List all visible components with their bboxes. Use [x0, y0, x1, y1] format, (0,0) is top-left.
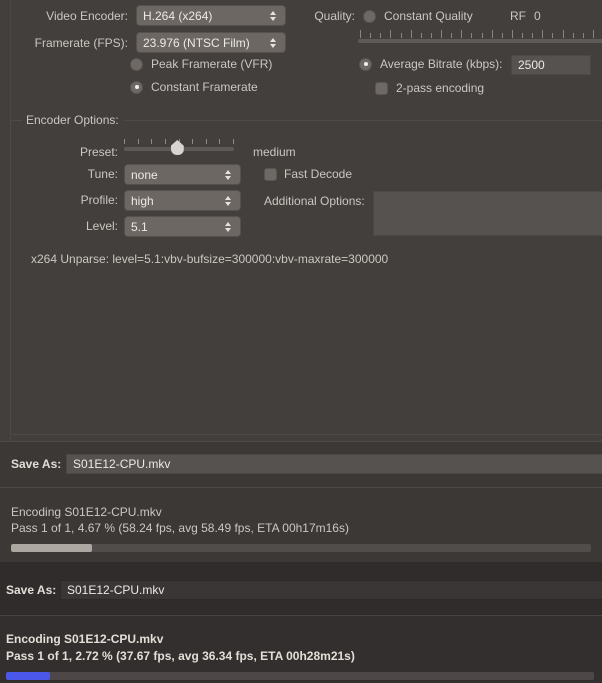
save-as-input-top[interactable]: S01E12-CPU.mkv: [66, 454, 602, 474]
level-label: Level:: [85, 219, 118, 233]
preset-slider[interactable]: [124, 139, 234, 155]
constant-quality-row[interactable]: Quality: Constant Quality: [305, 9, 473, 23]
two-pass-encoding-row[interactable]: 2-pass encoding: [375, 81, 484, 95]
rf-slider[interactable]: [358, 39, 602, 43]
video-encoder-value: H.264 (x264): [143, 8, 213, 23]
video-encoder-label: Video Encoder:: [46, 8, 128, 23]
rf-slider-ticks: [360, 30, 602, 38]
save-as-input-bottom[interactable]: S01E12-CPU.mkv: [60, 580, 602, 600]
progress-bar-bottom: [6, 672, 594, 680]
progress-bar-fill-bottom: [6, 672, 51, 680]
video-encoder-dropdown[interactable]: H.264 (x264): [136, 5, 286, 26]
chevron-updown-icon: [222, 217, 234, 236]
encoding-status-top: Encoding S01E12-CPU.mkv Pass 1 of 1, 4.6…: [0, 487, 602, 562]
additional-options-value: [374, 192, 602, 198]
encoding-status-line1-bottom: Encoding S01E12-CPU.mkv: [6, 632, 164, 646]
average-bitrate-value: 2500: [518, 58, 545, 72]
preset-label: Preset:: [79, 145, 118, 159]
tune-label: Tune:: [87, 167, 118, 181]
save-as-bar-top: Save As: S01E12-CPU.mkv: [0, 441, 602, 487]
average-bitrate-row[interactable]: Average Bitrate (kbps):: [359, 57, 503, 71]
additional-options-input[interactable]: [373, 191, 602, 236]
tune-value: none: [131, 167, 158, 182]
fast-decode-checkbox[interactable]: [264, 167, 277, 181]
save-as-value-top: S01E12-CPU.mkv: [73, 457, 171, 471]
save-as-bar-bottom: Save As: S01E12-CPU.mkv: [0, 562, 602, 615]
framerate-value: 23.976 (NTSC Film): [143, 35, 250, 50]
tune-dropdown[interactable]: none: [124, 164, 241, 185]
profile-dropdown[interactable]: high: [124, 190, 241, 211]
encoder-settings-window: Video Encoder: H.264 (x264) Framerate (F…: [0, 0, 602, 683]
profile-label: Profile:: [80, 193, 118, 207]
rf-label: RF: [510, 9, 526, 23]
save-as-label-bottom: Save As:: [6, 583, 57, 597]
video-encoder-row: Video Encoder: H.264 (x264): [40, 5, 290, 26]
two-pass-label: 2-pass encoding: [396, 81, 485, 95]
video-settings-pane: Video Encoder: H.264 (x264) Framerate (F…: [0, 0, 602, 441]
constant-framerate-radio-row[interactable]: Constant Framerate: [130, 80, 258, 94]
rf-value: 0: [534, 9, 541, 23]
save-as-label-top: Save As:: [11, 457, 62, 471]
fast-decode-label: Fast Decode: [284, 167, 353, 181]
peak-framerate-radio[interactable]: [130, 57, 143, 71]
quality-label: Quality:: [314, 9, 355, 23]
chevron-updown-icon: [267, 6, 279, 25]
constant-quality-radio[interactable]: [363, 9, 376, 23]
level-value: 5.1: [131, 219, 148, 234]
progress-bar-top: [11, 544, 591, 552]
save-as-value-bottom: S01E12-CPU.mkv: [67, 583, 165, 597]
constant-framerate-radio[interactable]: [130, 80, 143, 94]
peak-framerate-radio-row[interactable]: Peak Framerate (VFR): [130, 57, 272, 71]
preset-value: medium: [253, 145, 296, 159]
two-pass-checkbox[interactable]: [375, 81, 388, 95]
progress-bar-fill-top: [11, 544, 93, 552]
constant-quality-label: Constant Quality: [384, 9, 473, 23]
average-bitrate-radio[interactable]: [359, 57, 372, 71]
peak-framerate-label: Peak Framerate (VFR): [151, 57, 273, 71]
average-bitrate-label: Average Bitrate (kbps):: [380, 57, 503, 71]
encoder-options-group-label: Encoder Options:: [22, 113, 125, 127]
framerate-row: Framerate (FPS): 23.976 (NTSC Film): [30, 32, 290, 53]
encoding-status-line2-top: Pass 1 of 1, 4.67 % (58.24 fps, avg 58.4…: [11, 521, 349, 535]
chevron-updown-icon: [222, 165, 234, 184]
framerate-dropdown[interactable]: 23.976 (NTSC Film): [136, 32, 286, 53]
framerate-label: Framerate (FPS):: [34, 35, 128, 50]
encoding-status-bottom: Encoding S01E12-CPU.mkv Pass 1 of 1, 2.7…: [0, 615, 602, 683]
fast-decode-row[interactable]: Fast Decode: [264, 167, 352, 181]
chevron-updown-icon: [267, 33, 279, 52]
encoding-status-line1-top: Encoding S01E12-CPU.mkv: [11, 505, 162, 519]
profile-value: high: [131, 193, 154, 208]
encoding-status-line2-bottom: Pass 1 of 1, 2.72 % (37.67 fps, avg 36.3…: [6, 649, 355, 663]
chevron-updown-icon: [222, 191, 234, 210]
x264-unparse-text: x264 Unparse: level=5.1:vbv-bufsize=3000…: [31, 252, 389, 266]
average-bitrate-input[interactable]: 2500: [511, 55, 591, 75]
additional-options-label: Additional Options:: [264, 194, 365, 208]
level-dropdown[interactable]: 5.1: [124, 216, 241, 237]
constant-framerate-label: Constant Framerate: [151, 80, 258, 94]
